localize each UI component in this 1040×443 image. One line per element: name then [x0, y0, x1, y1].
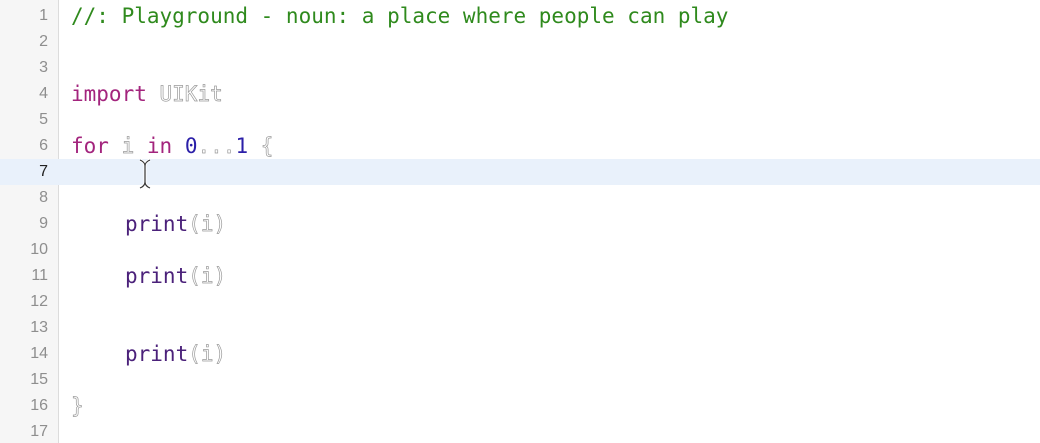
line-number: 13 [30, 319, 48, 336]
keyword-import: import [71, 82, 147, 106]
module-name: UIKit [159, 82, 223, 107]
code-line-1[interactable]: 1 //: Playground - noun: a place where p… [0, 3, 1040, 29]
line-number: 2 [39, 33, 48, 50]
code-text[interactable]: import UIKit [71, 81, 223, 107]
code-line-17[interactable]: 17 [0, 419, 1040, 443]
range-operator: ... [197, 134, 236, 159]
code-line-16[interactable]: 16 } [0, 393, 1040, 419]
open-brace: { [260, 134, 274, 159]
comment-text: //: Playground - noun: a place where peo… [71, 4, 729, 28]
code-line-6[interactable]: 6 for i in 0...1 { [0, 133, 1040, 159]
range-start: 0 [184, 134, 198, 158]
function-print: print [125, 264, 189, 288]
line-number: 7 [39, 163, 48, 180]
code-text[interactable]: for i in 0...1 { [71, 133, 274, 159]
line-number: 9 [39, 215, 48, 232]
call-arguments: (i) [188, 212, 227, 237]
line-number: 17 [30, 423, 48, 440]
code-line-5[interactable]: 5 [0, 107, 1040, 133]
code-line-14[interactable]: 14 print(i) [0, 341, 1040, 367]
code-line-3[interactable]: 3 [0, 55, 1040, 81]
code-text[interactable]: print(i) [71, 211, 227, 237]
code-line-15[interactable]: 15 [0, 367, 1040, 393]
line-number: 14 [30, 345, 48, 362]
call-arguments: (i) [188, 342, 227, 367]
code-editor[interactable]: 1 //: Playground - noun: a place where p… [0, 0, 1040, 443]
code-line-4[interactable]: 4 import UIKit [0, 81, 1040, 107]
line-number: 8 [39, 189, 48, 206]
line-number: 16 [30, 397, 48, 414]
line-number: 12 [30, 293, 48, 310]
code-line-13[interactable]: 13 [0, 315, 1040, 341]
call-arguments: (i) [188, 264, 227, 289]
line-number: 15 [30, 371, 48, 388]
function-print: print [125, 212, 189, 236]
function-print: print [125, 342, 189, 366]
code-line-12[interactable]: 12 [0, 289, 1040, 315]
keyword-for: for [71, 134, 109, 158]
line-number: 6 [39, 137, 48, 154]
line-number: 11 [31, 267, 48, 284]
code-text[interactable]: } [71, 393, 84, 419]
code-line-10[interactable]: 10 [0, 237, 1040, 263]
line-number: 10 [30, 241, 48, 258]
code-line-11[interactable]: 11 print(i) [0, 263, 1040, 289]
text-cursor-ibeam-icon [139, 158, 151, 190]
loop-variable: i [121, 134, 135, 159]
code-line-2[interactable]: 2 [0, 29, 1040, 55]
code-text[interactable]: print(i) [71, 263, 227, 289]
close-brace: } [71, 394, 84, 419]
line-number: 4 [39, 85, 48, 102]
keyword-in: in [146, 134, 173, 158]
line-number: 5 [39, 111, 48, 128]
line-number: 3 [39, 59, 48, 76]
range-end: 1 [235, 134, 249, 158]
line-number: 1 [39, 7, 48, 24]
code-line-8[interactable]: 8 [0, 185, 1040, 211]
code-line-9[interactable]: 9 print(i) [0, 211, 1040, 237]
code-text[interactable]: //: Playground - noun: a place where peo… [71, 3, 728, 29]
code-line-7-current[interactable]: 7 [0, 159, 1040, 185]
code-text[interactable]: print(i) [71, 341, 227, 367]
